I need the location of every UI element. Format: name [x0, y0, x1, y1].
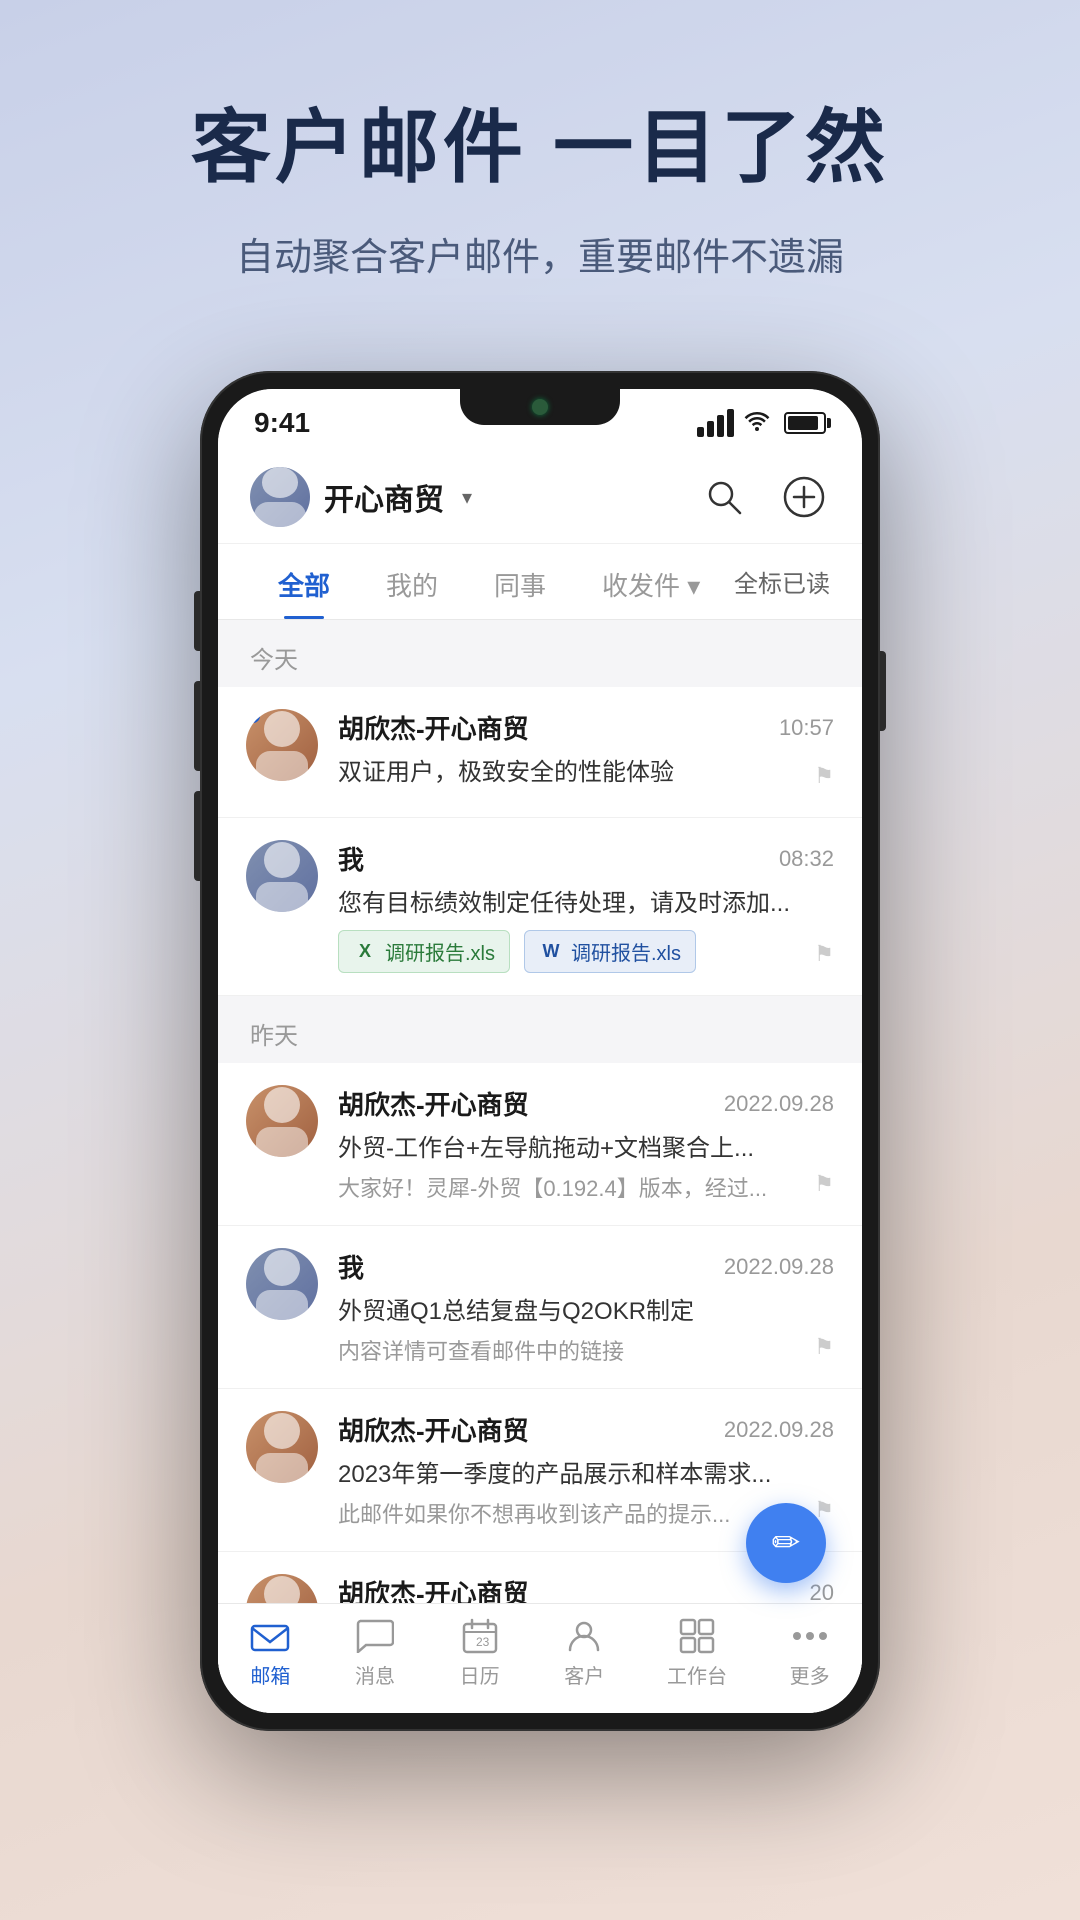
nav-mailbox[interactable]: 邮箱 — [248, 1618, 292, 1689]
messages-icon — [353, 1618, 397, 1654]
nav-calendar[interactable]: 23 日历 — [458, 1618, 502, 1689]
email-preview: 内容详情可查看邮件中的链接 — [338, 1334, 834, 1366]
power-button — [880, 651, 886, 731]
sender-avatar — [246, 1411, 318, 1483]
status-icons — [697, 409, 826, 437]
flag-icon[interactable]: ⚑ — [814, 1171, 834, 1197]
nav-contacts[interactable]: 客户 — [562, 1618, 606, 1689]
section-yesterday: 昨天 — [218, 996, 862, 1063]
workspace-icon — [675, 1618, 719, 1654]
sender-avatar — [246, 709, 318, 781]
tab-colleagues[interactable]: 同事 — [466, 544, 574, 619]
company-avatar[interactable] — [250, 467, 310, 527]
sender-avatar — [246, 840, 318, 912]
email-content: 胡欣杰-开心商贸 2022.09.28 外贸-工作台+左导航拖动+文档聚合上..… — [338, 1085, 834, 1203]
silent-button — [194, 591, 200, 651]
calendar-icon: 23 — [458, 1618, 502, 1654]
sender-avatar — [246, 1085, 318, 1157]
company-name: 开心商贸 — [324, 475, 444, 519]
email-time: 2022.09.28 — [724, 1091, 834, 1117]
phone-wrapper: 9:41 — [0, 371, 1080, 1731]
flag-icon[interactable]: ⚑ — [814, 941, 834, 967]
battery-icon — [784, 412, 826, 434]
email-item[interactable]: 我 08:32 您有目标绩效制定任待处理，请及时添加... X 调研报告.xls — [218, 818, 862, 996]
email-time: 10:57 — [779, 715, 834, 741]
app-bar-right — [698, 471, 830, 523]
email-content: 我 08:32 您有目标绩效制定任待处理，请及时添加... X 调研报告.xls — [338, 840, 834, 973]
nav-more-label: 更多 — [790, 1660, 830, 1689]
mailbox-icon — [248, 1618, 292, 1654]
volume-down-button — [194, 791, 200, 881]
tab-inbox-outbox[interactable]: 收发件 ▾ — [574, 544, 728, 619]
flag-icon[interactable]: ⚑ — [814, 1334, 834, 1360]
svg-text:23: 23 — [476, 1635, 490, 1649]
more-icon — [788, 1618, 832, 1654]
email-sender: 胡欣杰-开心商贸 — [338, 1411, 529, 1448]
page-subtitle: 自动聚合客户邮件，重要邮件不遗漏 — [80, 226, 1000, 281]
email-time: 2022.09.28 — [724, 1417, 834, 1443]
email-time: 2022.09.28 — [724, 1254, 834, 1280]
email-content: 我 2022.09.28 外贸通Q1总结复盘与Q2OKR制定 内容详情可查看邮件… — [338, 1248, 834, 1366]
attachments: X 调研报告.xls W 调研报告.xls — [338, 930, 834, 973]
phone-notch — [460, 389, 620, 425]
email-item[interactable]: 胡欣杰-开心商贸 2022.09.28 外贸-工作台+左导航拖动+文档聚合上..… — [218, 1063, 862, 1226]
email-preview: 大家好！灵犀-外贸【0.192.4】版本，经过... — [338, 1171, 834, 1203]
signal-icon — [697, 409, 734, 437]
phone-frame: 9:41 — [200, 371, 880, 1731]
email-time: 08:32 — [779, 846, 834, 872]
search-button[interactable] — [698, 471, 750, 523]
nav-workspace[interactable]: 工作台 — [667, 1618, 727, 1689]
sender-avatar — [246, 1248, 318, 1320]
page-header: 客户邮件 一目了然 自动聚合客户邮件，重要邮件不遗漏 — [0, 0, 1080, 341]
email-subject: 2023年第一季度的产品展示和样本需求... — [338, 1454, 834, 1489]
word-icon: W — [539, 940, 563, 964]
nav-more[interactable]: 更多 — [788, 1618, 832, 1689]
phone-screen: 9:41 — [218, 389, 862, 1713]
status-time: 9:41 — [254, 407, 310, 439]
page-background: 客户邮件 一目了然 自动聚合客户邮件，重要邮件不遗漏 9:41 — [0, 0, 1080, 1731]
attachment-name: 调研报告.xls — [571, 937, 681, 966]
unread-indicator — [246, 709, 260, 723]
flag-icon[interactable]: ⚑ — [814, 763, 834, 789]
nav-mailbox-label: 邮箱 — [250, 1660, 290, 1689]
dropdown-icon[interactable]: ▾ — [462, 485, 472, 510]
add-button[interactable] — [778, 471, 830, 523]
email-item[interactable]: 我 2022.09.28 外贸通Q1总结复盘与Q2OKR制定 内容详情可查看邮件… — [218, 1226, 862, 1389]
tab-all[interactable]: 全部 — [250, 544, 358, 619]
email-sender: 我 — [338, 840, 364, 877]
app-bar: 开心商贸 ▾ — [218, 449, 862, 544]
nav-calendar-label: 日历 — [460, 1660, 500, 1689]
nav-workspace-label: 工作台 — [667, 1660, 727, 1689]
email-subject: 双证用户，极致安全的性能体验 — [338, 752, 834, 787]
excel-icon: X — [353, 940, 377, 964]
page-title: 客户邮件 一目了然 — [80, 100, 1000, 196]
tab-bar: 全部 我的 同事 收发件 ▾ 全标已读 — [218, 544, 862, 620]
email-content: 胡欣杰-开心商贸 10:57 双证用户，极致安全的性能体验 — [338, 709, 834, 795]
nav-messages[interactable]: 消息 — [353, 1618, 397, 1689]
email-subject: 外贸-工作台+左导航拖动+文档聚合上... — [338, 1128, 834, 1163]
email-time: 20 — [810, 1580, 834, 1606]
compose-fab[interactable]: ✏ — [746, 1503, 826, 1583]
email-item[interactable]: 胡欣杰-开心商贸 10:57 双证用户，极致安全的性能体验 ⚑ — [218, 687, 862, 818]
tab-mine[interactable]: 我的 — [358, 544, 466, 619]
email-subject: 外贸通Q1总结复盘与Q2OKR制定 — [338, 1291, 834, 1326]
nav-messages-label: 消息 — [355, 1660, 395, 1689]
email-sender: 胡欣杰-开心商贸 — [338, 1085, 529, 1122]
nav-contacts-label: 客户 — [564, 1660, 604, 1689]
contacts-icon — [562, 1618, 606, 1654]
compose-icon: ✏ — [772, 1523, 801, 1563]
attachment-word[interactable]: W 调研报告.xls — [524, 930, 696, 973]
attachment-name: 调研报告.xls — [385, 937, 495, 966]
email-sender: 胡欣杰-开心商贸 — [338, 709, 529, 746]
attachment-excel[interactable]: X 调研报告.xls — [338, 930, 510, 973]
email-subject: 您有目标绩效制定任待处理，请及时添加... — [338, 883, 834, 918]
wifi-icon — [744, 409, 770, 437]
mark-all-read-button[interactable]: 全标已读 — [734, 564, 830, 599]
bottom-nav: 邮箱 消息 — [218, 1603, 862, 1713]
section-today: 今天 — [218, 620, 862, 687]
app-bar-left: 开心商贸 ▾ — [250, 467, 472, 527]
volume-up-button — [194, 681, 200, 771]
email-sender: 我 — [338, 1248, 364, 1285]
front-camera — [532, 399, 548, 415]
